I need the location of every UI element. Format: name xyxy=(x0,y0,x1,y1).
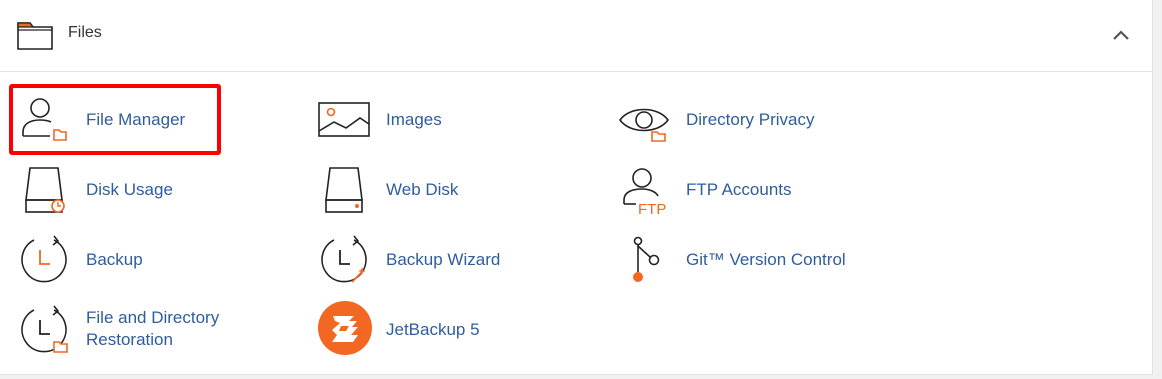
files-panel: Files File Manager Images Directory Priv… xyxy=(0,0,1153,375)
web-disk-label: Web Disk xyxy=(386,180,459,199)
backup-label: Backup xyxy=(86,250,143,269)
section-title: Files xyxy=(68,24,102,41)
images-link[interactable]: Images xyxy=(318,92,518,148)
git-icon xyxy=(628,234,684,290)
disk-usage-icon xyxy=(20,166,76,222)
disk-usage-link[interactable]: Disk Usage xyxy=(18,162,218,218)
directory-privacy-icon xyxy=(618,100,674,156)
backup-icon xyxy=(18,234,74,290)
jetbackup-icon xyxy=(318,300,374,356)
web-disk-link[interactable]: Web Disk xyxy=(318,162,518,218)
images-icon xyxy=(318,100,374,156)
backup-wizard-icon xyxy=(318,234,374,290)
restoration-label-line1: File and Directory xyxy=(86,308,220,327)
directory-privacy-link[interactable]: Directory Privacy xyxy=(618,92,858,148)
jetbackup-label: JetBackup 5 xyxy=(386,320,480,339)
ftp-accounts-link[interactable]: FTP FTP Accounts xyxy=(618,162,858,218)
chevron-up-icon[interactable] xyxy=(1112,28,1130,42)
web-disk-icon xyxy=(320,166,376,222)
file-manager-icon xyxy=(18,94,74,150)
restoration-icon xyxy=(18,304,74,360)
disk-usage-label: Disk Usage xyxy=(86,180,173,199)
files-section-header[interactable]: Files xyxy=(0,0,1152,72)
directory-privacy-label: Directory Privacy xyxy=(686,110,815,129)
ftp-accounts-label: FTP Accounts xyxy=(686,180,792,199)
jetbackup-link[interactable]: JetBackup 5 xyxy=(318,300,518,358)
images-label: Images xyxy=(386,110,442,129)
file-manager-label: File Manager xyxy=(86,110,186,129)
git-version-control-link[interactable]: Git™ Version Control xyxy=(618,232,878,288)
git-version-control-label: Git™ Version Control xyxy=(686,250,846,269)
restoration-label-line2: Restoration xyxy=(86,330,173,349)
backup-link[interactable]: Backup xyxy=(18,232,218,288)
file-and-directory-restoration-link[interactable]: File and Directory Restoration xyxy=(18,302,258,358)
ftp-accounts-icon: FTP xyxy=(618,164,674,220)
folder-icon xyxy=(17,20,53,50)
backup-wizard-link[interactable]: Backup Wizard xyxy=(318,232,538,288)
file-manager-link[interactable]: File Manager xyxy=(18,92,218,148)
ftp-icon-text: FTP xyxy=(638,201,666,216)
backup-wizard-label: Backup Wizard xyxy=(386,250,501,269)
